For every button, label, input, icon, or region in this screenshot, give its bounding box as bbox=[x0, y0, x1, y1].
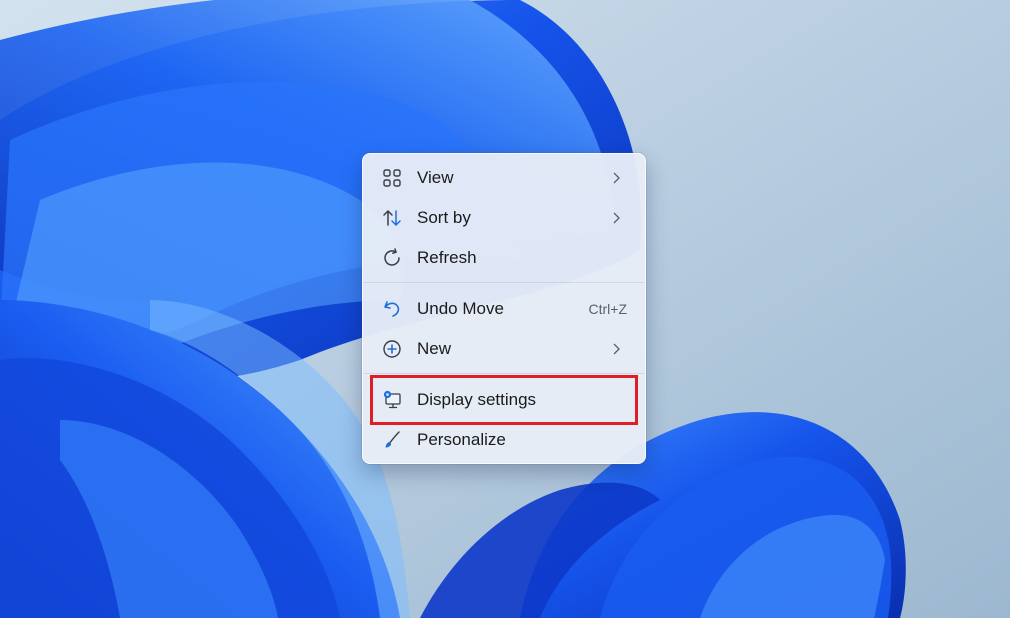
grid-view-icon bbox=[381, 167, 403, 189]
menu-item-label: New bbox=[417, 339, 452, 358]
undo-icon bbox=[381, 298, 403, 320]
menu-item-new[interactable]: New bbox=[367, 331, 641, 367]
menu-item-view[interactable]: View bbox=[367, 160, 641, 196]
paintbrush-icon bbox=[381, 429, 403, 451]
menu-item-label: View bbox=[417, 168, 454, 187]
chevron-right-icon bbox=[611, 342, 621, 356]
menu-item-refresh[interactable]: Refresh bbox=[367, 240, 641, 276]
menu-item-sort-by[interactable]: Sort by bbox=[367, 200, 641, 236]
keyboard-shortcut: Ctrl+Z bbox=[588, 301, 628, 317]
refresh-icon bbox=[381, 247, 403, 269]
menu-item-undo-move[interactable]: Undo Move Ctrl+Z bbox=[367, 291, 641, 327]
menu-item-label: Personalize bbox=[417, 430, 506, 449]
menu-item-label: Refresh bbox=[417, 248, 477, 267]
sort-arrows-icon bbox=[381, 207, 403, 229]
menu-item-label: Sort by bbox=[417, 208, 471, 227]
chevron-right-icon bbox=[611, 171, 621, 185]
chevron-right-icon bbox=[611, 211, 621, 225]
plus-circle-icon bbox=[381, 338, 403, 360]
menu-item-personalize[interactable]: Personalize bbox=[367, 422, 641, 458]
highlight-box bbox=[370, 375, 638, 425]
menu-separator bbox=[363, 282, 645, 283]
menu-separator bbox=[363, 373, 645, 374]
menu-item-label: Undo Move bbox=[417, 299, 504, 318]
